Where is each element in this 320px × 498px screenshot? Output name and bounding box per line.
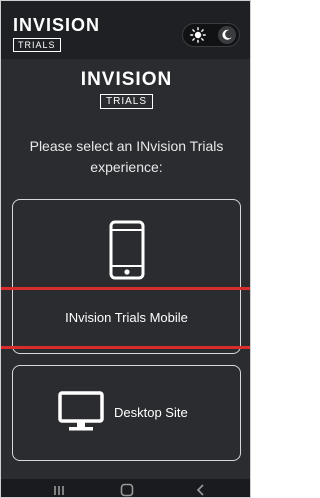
moon-icon xyxy=(222,29,232,40)
hero-wordmark: INVISION xyxy=(80,69,173,90)
brand-tag: TRIALS xyxy=(13,38,61,52)
selection-prompt: Please select an INvision Trials experie… xyxy=(29,138,224,175)
smartphone-icon xyxy=(109,220,145,280)
recent-apps-icon[interactable] xyxy=(49,482,69,498)
mobile-option-card[interactable]: INvision Trials Mobile xyxy=(12,199,241,354)
top-bar: INVISION TRIALS xyxy=(1,1,250,59)
desktop-option-label: Desktop Site xyxy=(114,405,188,420)
moon-button[interactable] xyxy=(218,26,236,44)
theme-toggle[interactable] xyxy=(182,23,240,47)
hero-logo: INVISION TRIALS xyxy=(1,69,250,109)
mobile-option-label: INvision Trials Mobile xyxy=(65,310,188,325)
sun-icon[interactable] xyxy=(190,27,206,43)
system-nav-bar xyxy=(1,479,250,498)
brand-wordmark: INVISION xyxy=(13,15,101,35)
highlight-line-bottom xyxy=(1,346,250,349)
brand-logo[interactable]: INVISION TRIALS xyxy=(13,15,113,53)
highlight-line-top xyxy=(1,287,250,290)
monitor-icon xyxy=(58,391,104,431)
back-icon[interactable] xyxy=(191,482,211,498)
desktop-option-card[interactable]: Desktop Site xyxy=(12,365,241,461)
app-screen: INVISION TRIALS INVISION TRIALS Please s… xyxy=(0,0,251,498)
hero-tag: TRIALS xyxy=(99,94,153,109)
home-icon[interactable] xyxy=(117,482,137,498)
